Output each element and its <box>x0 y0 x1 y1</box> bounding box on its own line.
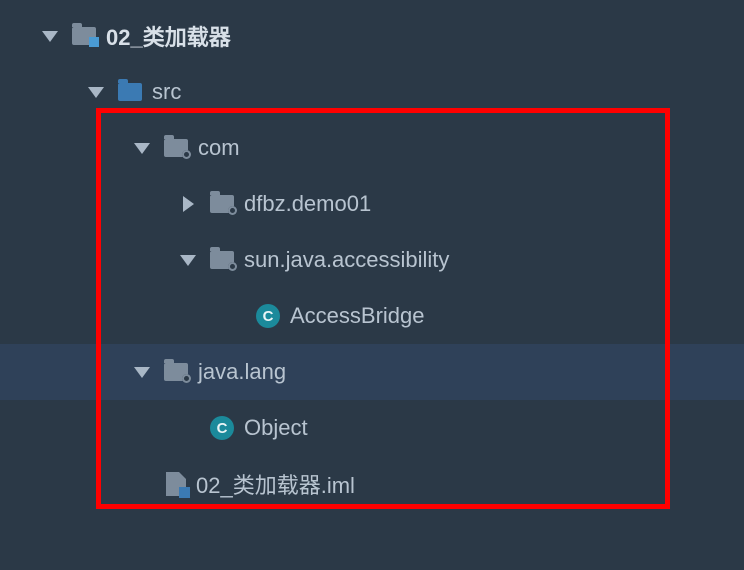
chevron-down-icon[interactable] <box>88 87 104 98</box>
accessbridge-label: AccessBridge <box>290 303 425 329</box>
package-icon <box>210 251 234 269</box>
dfbz-label: dfbz.demo01 <box>244 191 371 217</box>
module-folder-icon <box>72 27 96 45</box>
class-icon: C <box>210 416 234 440</box>
package-icon <box>210 195 234 213</box>
chevron-down-icon[interactable] <box>134 143 150 154</box>
chevron-down-icon[interactable] <box>180 255 196 266</box>
tree-item-com[interactable]: com <box>0 120 744 176</box>
class-icon: C <box>256 304 280 328</box>
tree-item-module[interactable]: 02_类加载器 <box>0 8 744 64</box>
iml-label: 02_类加载器.iml <box>196 468 355 500</box>
tree-item-src[interactable]: src <box>0 64 744 120</box>
iml-file-icon <box>166 472 186 496</box>
chevron-down-icon[interactable] <box>134 367 150 378</box>
tree-item-object[interactable]: C Object <box>0 400 744 456</box>
chevron-down-icon[interactable] <box>42 31 58 42</box>
source-folder-icon <box>118 83 142 101</box>
src-label: src <box>152 79 181 105</box>
package-icon <box>164 363 188 381</box>
chevron-right-icon[interactable] <box>183 196 194 212</box>
tree-item-javalang[interactable]: java.lang <box>0 344 744 400</box>
tree-item-sun[interactable]: sun.java.accessibility <box>0 232 744 288</box>
tree-item-iml[interactable]: 02_类加载器.iml <box>0 456 744 512</box>
com-label: com <box>198 135 240 161</box>
module-label: 02_类加载器 <box>106 20 231 52</box>
object-label: Object <box>244 415 308 441</box>
sun-label: sun.java.accessibility <box>244 247 449 273</box>
package-icon <box>164 139 188 157</box>
tree-item-dfbz[interactable]: dfbz.demo01 <box>0 176 744 232</box>
javalang-label: java.lang <box>198 359 286 385</box>
tree-item-accessbridge[interactable]: C AccessBridge <box>0 288 744 344</box>
